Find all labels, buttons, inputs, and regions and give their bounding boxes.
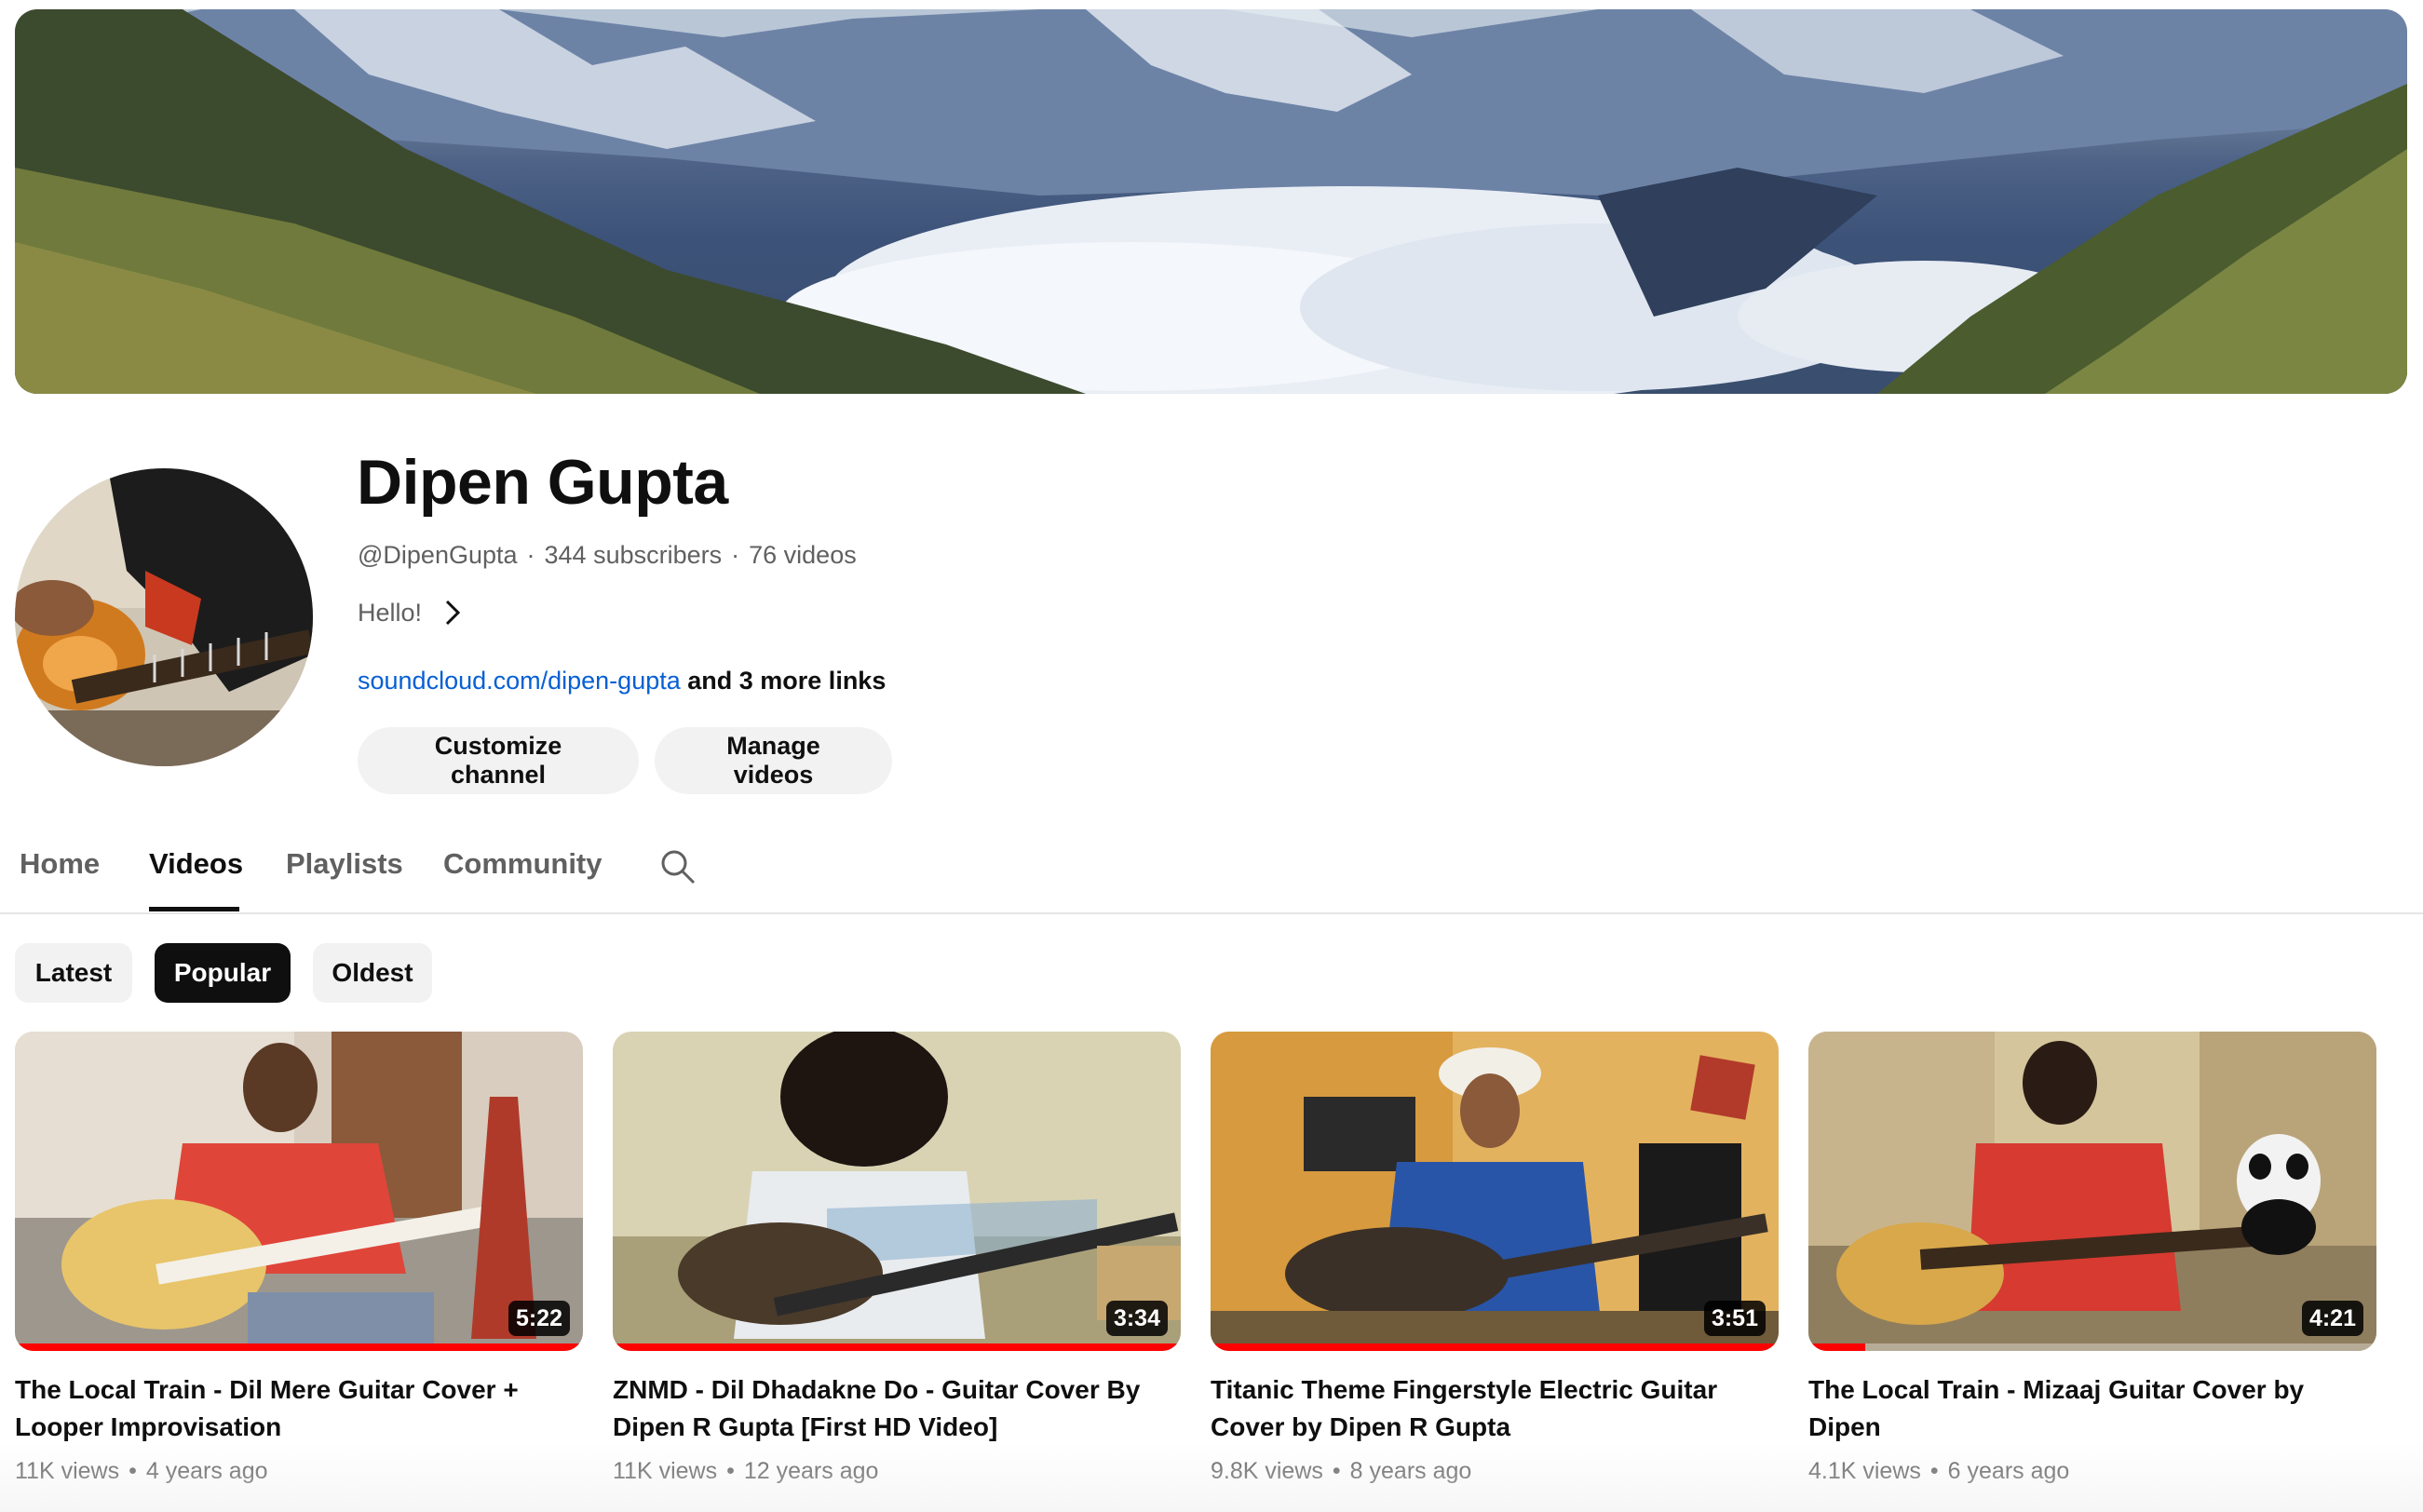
tab-playlists[interactable]: Playlists xyxy=(286,845,403,883)
duration-badge: 3:34 xyxy=(1105,1301,1168,1336)
meta-separator: · xyxy=(731,541,740,569)
video-card[interactable]: 3:34 ZNMD - Dil Dhadakne Do - Guitar Cov… xyxy=(613,1032,1181,1487)
upload-age: 4 years ago xyxy=(145,1458,268,1484)
video-meta: 9.8K views • 8 years ago xyxy=(1211,1455,1779,1487)
channel-tabs: Home Videos Playlists Community xyxy=(0,829,2423,914)
watch-progress xyxy=(613,1343,1181,1351)
chip-oldest[interactable]: Oldest xyxy=(313,943,432,1003)
video-count: 76 videos xyxy=(749,541,857,569)
duration-badge: 4:21 xyxy=(2301,1301,2363,1336)
tab-community[interactable]: Community xyxy=(443,845,602,883)
active-tab-indicator xyxy=(149,907,239,911)
video-title[interactable]: Titanic Theme Fingerstyle Electric Guita… xyxy=(1211,1371,1751,1446)
video-card[interactable]: 5:22 The Local Train - Dil Mere Guitar C… xyxy=(15,1032,583,1487)
manage-videos-button[interactable]: Manage videos xyxy=(655,727,892,794)
video-meta: 4.1K views • 6 years ago xyxy=(1808,1455,2376,1487)
chip-popular[interactable]: Popular xyxy=(155,943,291,1003)
view-count: 4.1K views xyxy=(1808,1458,1921,1484)
meta-dot: • xyxy=(726,1458,735,1484)
video-title[interactable]: The Local Train - Dil Mere Guitar Cover … xyxy=(15,1371,555,1446)
chevron-right-icon[interactable] xyxy=(444,599,461,627)
video-title[interactable]: The Local Train - Mizaaj Guitar Cover by… xyxy=(1808,1371,2349,1446)
channel-meta: @DipenGupta · 344 subscribers · 76 video… xyxy=(358,538,857,572)
channel-handle: @DipenGupta xyxy=(358,541,518,569)
channel-avatar[interactable] xyxy=(15,468,313,766)
channel-links: soundcloud.com/dipen-gupta and 3 more li… xyxy=(358,664,886,697)
upload-age: 12 years ago xyxy=(743,1458,879,1484)
watch-progress xyxy=(15,1343,583,1351)
channel-banner xyxy=(15,9,2407,394)
watch-progress xyxy=(1211,1343,1779,1351)
view-count: 9.8K views xyxy=(1211,1458,1323,1484)
duration-badge: 5:22 xyxy=(508,1301,570,1336)
video-meta: 11K views • 4 years ago xyxy=(15,1455,583,1487)
search-icon[interactable] xyxy=(658,847,697,886)
video-meta: 11K views • 12 years ago xyxy=(613,1455,1181,1487)
more-links[interactable]: and 3 more links xyxy=(687,667,886,695)
meta-separator: · xyxy=(526,541,535,569)
view-count: 11K views xyxy=(613,1458,718,1484)
video-card[interactable]: 3:51 Titanic Theme Fingerstyle Electric … xyxy=(1211,1032,1779,1487)
progress-track xyxy=(1808,1343,2376,1351)
view-count: 11K views xyxy=(15,1458,120,1484)
watch-progress xyxy=(1808,1343,1865,1351)
upload-age: 6 years ago xyxy=(1947,1458,2070,1484)
tab-home[interactable]: Home xyxy=(20,845,100,883)
tab-videos[interactable]: Videos xyxy=(149,845,243,883)
video-thumbnail[interactable]: 5:22 xyxy=(15,1032,583,1351)
soundcloud-link[interactable]: soundcloud.com/dipen-gupta xyxy=(358,667,681,695)
meta-dot: • xyxy=(1332,1458,1341,1484)
chip-latest[interactable]: Latest xyxy=(15,943,132,1003)
video-thumbnail[interactable]: 3:34 xyxy=(613,1032,1181,1351)
video-thumbnail[interactable]: 3:51 xyxy=(1211,1032,1779,1351)
meta-dot: • xyxy=(1929,1458,1939,1484)
video-title[interactable]: ZNMD - Dil Dhadakne Do - Guitar Cover By… xyxy=(613,1371,1153,1446)
channel-description[interactable]: Hello! xyxy=(358,596,461,629)
description-text: Hello! xyxy=(358,599,423,627)
duration-badge: 3:51 xyxy=(1703,1301,1766,1336)
upload-age: 8 years ago xyxy=(1349,1458,1472,1484)
meta-dot: • xyxy=(129,1458,137,1484)
customize-channel-button[interactable]: Customize channel xyxy=(358,727,639,794)
channel-name: Dipen Gupta xyxy=(357,447,728,518)
subscriber-count: 344 subscribers xyxy=(544,541,723,569)
video-thumbnail[interactable]: 4:21 xyxy=(1808,1032,2376,1351)
video-card[interactable]: 4:21 The Local Train - Mizaaj Guitar Cov… xyxy=(1808,1032,2376,1487)
